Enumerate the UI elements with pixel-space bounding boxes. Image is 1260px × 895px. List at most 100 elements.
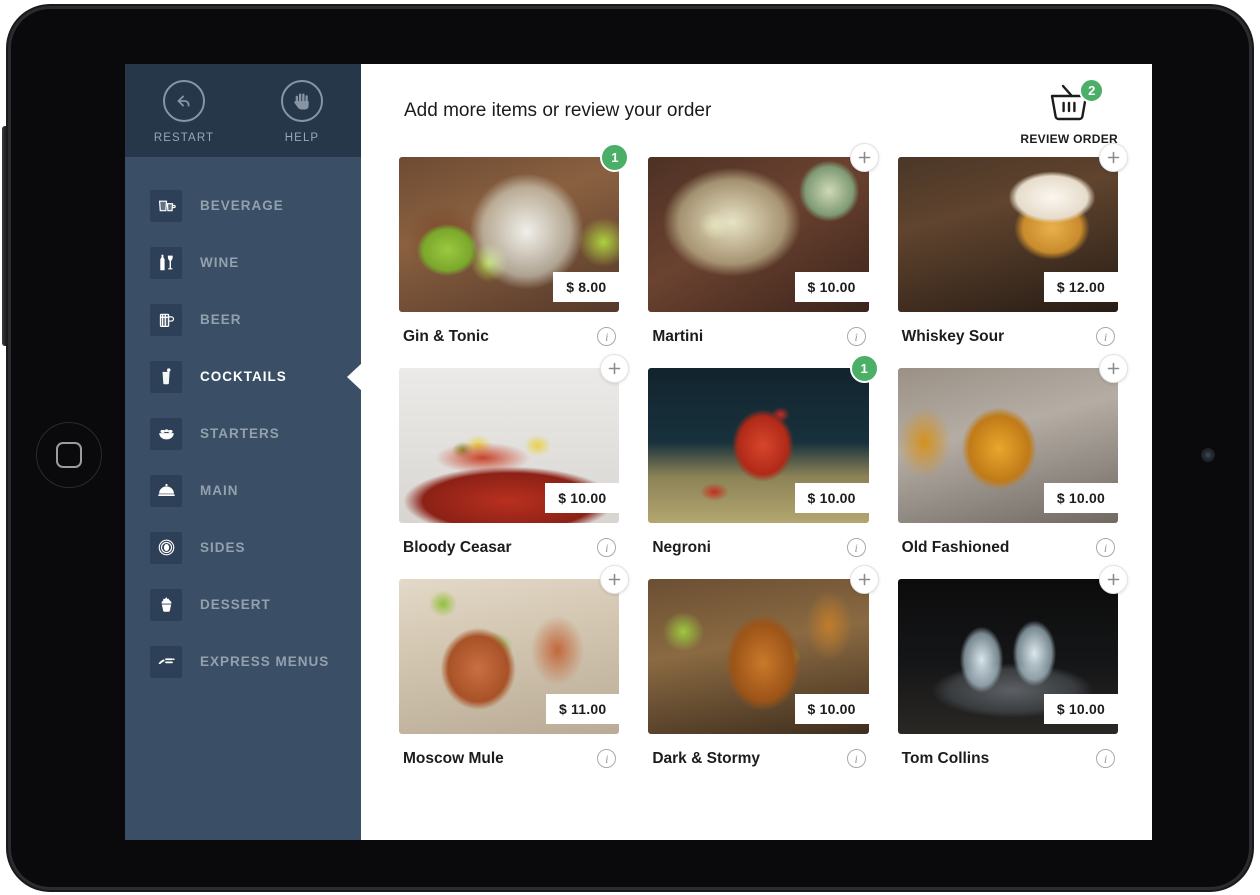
product-footer: Tom Collins i — [898, 734, 1118, 768]
product-name: Whiskey Sour — [901, 327, 1005, 345]
wine-bottle-glass-icon — [150, 246, 182, 279]
add-item-button[interactable] — [600, 354, 630, 383]
product-image[interactable]: $ 10.00 — [399, 368, 620, 523]
product-card: $ 11.00 Moscow Mule i — [399, 565, 630, 768]
product-name: Negroni — [652, 538, 711, 556]
add-item-button[interactable] — [600, 565, 630, 594]
cocktail-glass-icon — [150, 360, 182, 393]
sidebar: RESTART HELP BEVERAGE WINE BEER COCKTAIL… — [125, 64, 361, 840]
product-quantity-badge[interactable]: 1 — [849, 354, 879, 383]
product-image[interactable]: $ 10.00 — [897, 579, 1118, 734]
info-icon[interactable]: i — [1095, 327, 1115, 346]
front-camera-icon — [1201, 448, 1215, 462]
sidebar-item-cocktails[interactable]: COCKTAILS — [125, 348, 361, 405]
sidebar-item-label: BEER — [200, 312, 242, 327]
product-name: Moscow Mule — [403, 749, 504, 767]
sidebar-menu-list: BEVERAGE WINE BEER COCKTAILS STARTERS MA… — [125, 157, 361, 690]
sidebar-item-beverage[interactable]: BEVERAGE — [125, 177, 361, 234]
product-price: $ 10.00 — [794, 272, 869, 302]
restart-arrow-icon — [163, 80, 205, 122]
product-image[interactable]: $ 10.00 — [648, 368, 869, 523]
product-image[interactable]: $ 12.00 — [897, 157, 1118, 312]
product-footer: Gin & Tonic i — [399, 312, 619, 346]
product-price: $ 12.00 — [1043, 272, 1118, 302]
product-price: $ 10.00 — [1043, 694, 1118, 724]
review-order-label: REVIEW ORDER — [1020, 131, 1118, 146]
add-item-button[interactable] — [849, 565, 879, 594]
product-name: Old Fashioned — [901, 538, 1010, 556]
product-card: $ 10.00 Bloody Ceasar i — [399, 354, 630, 557]
sidebar-item-starters[interactable]: STARTERS — [125, 405, 361, 462]
help-button[interactable]: HELP — [254, 80, 350, 144]
cart-count-badge: 2 — [1079, 77, 1105, 103]
product-image[interactable]: $ 8.00 — [399, 157, 620, 312]
product-footer: Moscow Mule i — [399, 734, 619, 768]
add-item-button[interactable] — [1098, 565, 1128, 594]
main-header: Add more items or review your order 2 RE… — [361, 64, 1152, 157]
basket-wrap: 2 — [1042, 77, 1105, 128]
salad-bowl-icon — [150, 417, 182, 450]
sidebar-item-sides[interactable]: SIDES — [125, 519, 361, 576]
product-card: 1 $ 8.00 Gin & Tonic i — [399, 143, 630, 346]
page-title: Add more items or review your order — [404, 99, 712, 121]
info-icon[interactable]: i — [597, 327, 617, 346]
info-icon[interactable]: i — [846, 327, 866, 346]
product-quantity-badge[interactable]: 1 — [600, 143, 630, 172]
info-icon[interactable]: i — [1095, 538, 1115, 557]
add-item-button[interactable] — [849, 143, 879, 172]
info-icon[interactable]: i — [846, 538, 866, 557]
sidebar-item-beer[interactable]: BEER — [125, 291, 361, 348]
product-footer: Martini i — [648, 312, 868, 346]
product-image[interactable]: $ 10.00 — [897, 368, 1118, 523]
beer-mug-icon — [150, 303, 182, 336]
restart-button[interactable]: RESTART — [136, 80, 232, 144]
bowl-circle-icon — [150, 531, 182, 564]
product-card: $ 10.00 Martini i — [648, 143, 879, 346]
product-price: $ 11.00 — [545, 694, 620, 724]
product-card: $ 10.00 Old Fashioned i — [897, 354, 1128, 557]
sidebar-item-express-menus[interactable]: EXPRESS MENUS — [125, 633, 361, 690]
product-name: Dark & Stormy — [652, 749, 761, 767]
product-name: Bloody Ceasar — [403, 538, 512, 556]
product-price: $ 10.00 — [545, 483, 620, 513]
info-icon[interactable]: i — [846, 749, 866, 768]
add-item-button[interactable] — [1098, 354, 1128, 383]
add-item-button[interactable] — [1098, 143, 1128, 172]
info-icon[interactable]: i — [597, 749, 617, 768]
express-menu-icon — [150, 645, 182, 678]
product-image[interactable]: $ 10.00 — [648, 157, 869, 312]
tablet-screen: RESTART HELP BEVERAGE WINE BEER COCKTAIL… — [125, 64, 1152, 840]
home-button-square-icon — [56, 442, 82, 468]
product-footer: Whiskey Sour i — [898, 312, 1118, 346]
product-card: $ 10.00 Dark & Stormy i — [648, 565, 879, 768]
product-grid: 1 $ 8.00 Gin & Tonic i $ 10.00 Martini i — [361, 143, 1152, 768]
product-card: $ 12.00 Whiskey Sour i — [897, 143, 1128, 346]
home-button[interactable] — [36, 422, 102, 488]
product-image[interactable]: $ 10.00 — [648, 579, 869, 734]
product-footer: Old Fashioned i — [898, 523, 1118, 557]
sidebar-item-dessert[interactable]: DESSERT — [125, 576, 361, 633]
help-label: HELP — [284, 132, 320, 144]
cupcake-icon — [150, 588, 182, 621]
sidebar-item-label: BEVERAGE — [200, 198, 284, 213]
sidebar-item-label: DESSERT — [200, 597, 271, 612]
info-icon[interactable]: i — [597, 538, 617, 557]
product-name: Tom Collins — [901, 749, 990, 767]
review-order-button[interactable]: 2 REVIEW ORDER — [1020, 76, 1118, 146]
product-name: Martini — [652, 327, 704, 345]
sidebar-top-actions: RESTART HELP — [125, 64, 361, 157]
product-price: $ 10.00 — [794, 694, 869, 724]
product-footer: Dark & Stormy i — [648, 734, 868, 768]
sidebar-item-label: STARTERS — [200, 426, 280, 441]
product-name: Gin & Tonic — [403, 327, 489, 345]
product-price: $ 8.00 — [553, 272, 620, 302]
raised-hand-icon — [281, 80, 323, 122]
sidebar-item-label: SIDES — [200, 540, 246, 555]
product-image[interactable]: $ 11.00 — [399, 579, 620, 734]
sidebar-item-main[interactable]: MAIN — [125, 462, 361, 519]
sidebar-item-wine[interactable]: WINE — [125, 234, 361, 291]
cloche-dish-icon — [150, 474, 182, 507]
tablet-device-frame: RESTART HELP BEVERAGE WINE BEER COCKTAIL… — [2, 6, 1252, 890]
sidebar-item-label: MAIN — [200, 483, 239, 498]
info-icon[interactable]: i — [1095, 749, 1115, 768]
